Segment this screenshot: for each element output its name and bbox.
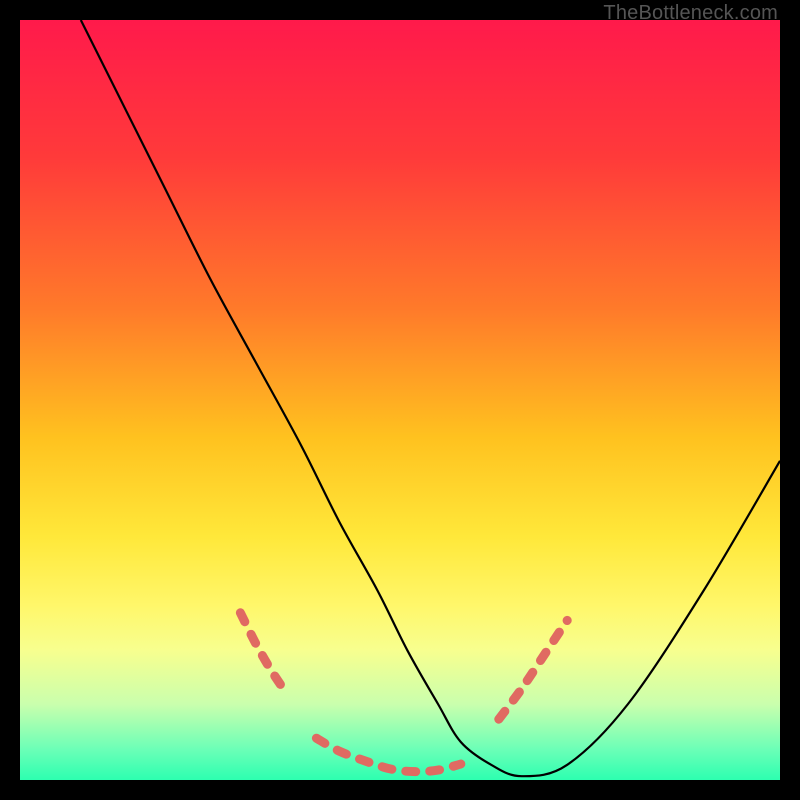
highlight-right-shoulder	[499, 620, 567, 719]
curve-layer	[20, 20, 780, 780]
highlight-valley-floor	[316, 738, 460, 771]
watermark-text: TheBottleneck.com	[603, 2, 778, 25]
bottleneck-curve	[81, 20, 780, 776]
highlight-left-shoulder	[240, 613, 286, 693]
plot-area	[20, 20, 780, 780]
chart-frame: TheBottleneck.com	[0, 0, 800, 800]
highlight-segments	[240, 613, 567, 772]
